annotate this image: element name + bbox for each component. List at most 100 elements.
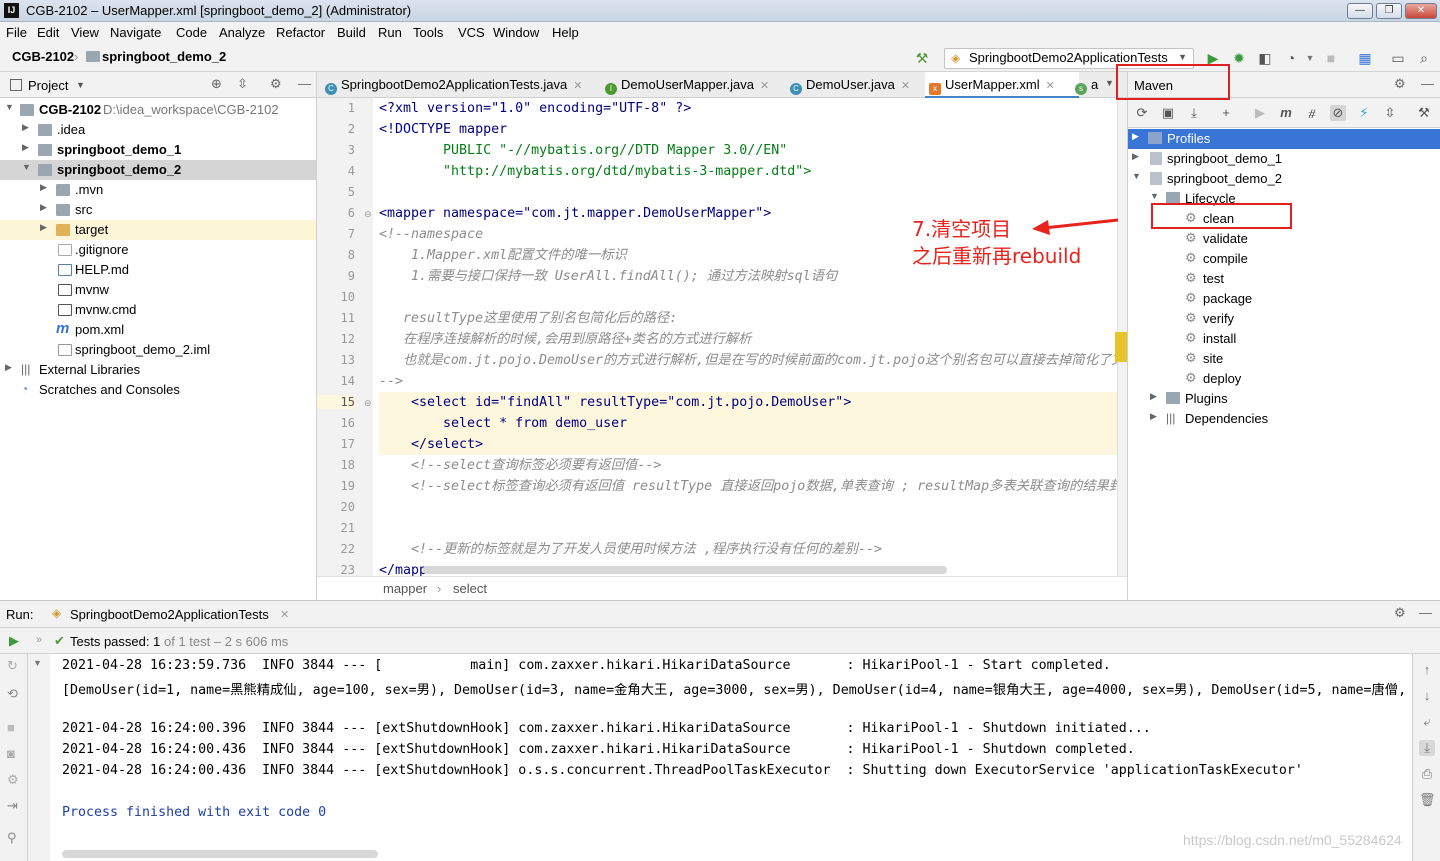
stop-icon[interactable]: ■: [1323, 50, 1339, 66]
close-icon[interactable]: ✕: [1046, 80, 1055, 92]
tree-item-mvnw-cmd[interactable]: mvnw.cmd: [0, 300, 316, 320]
maven-goal-package[interactable]: ⚙ package: [1128, 289, 1440, 309]
tree-item-mvn[interactable]: ▶ .mvn: [0, 180, 316, 200]
wrench-icon[interactable]: ⚒: [1416, 105, 1432, 121]
menu-run[interactable]: Run: [378, 25, 402, 40]
menu-code[interactable]: Code: [176, 25, 207, 40]
tree-item-pom[interactable]: m pom.xml: [0, 320, 316, 340]
menu-file[interactable]: File: [6, 25, 27, 40]
search-icon[interactable]: ⌕: [1416, 50, 1432, 66]
breadcrumb-module[interactable]: springboot_demo_2: [102, 49, 226, 64]
tab-demo-user-mapper[interactable]: I DemoUserMapper.java ✕: [605, 72, 769, 98]
maven-goal-icon[interactable]: m: [1278, 105, 1294, 121]
tree-item-src[interactable]: ▶ src: [0, 200, 316, 220]
breadcrumb-project[interactable]: CGB-2102: [12, 49, 74, 64]
expand-icon[interactable]: »: [36, 634, 42, 646]
settings-icon[interactable]: ⚙: [7, 772, 19, 788]
soft-wrap-icon[interactable]: ⤶: [1419, 714, 1435, 730]
hide-icon[interactable]: —: [298, 76, 311, 91]
gear-icon[interactable]: ⚙: [270, 76, 282, 92]
menu-help[interactable]: Help: [552, 25, 579, 40]
build-hammer-icon[interactable]: ⚒: [914, 50, 930, 66]
tree-item-module-2[interactable]: ▼ springboot_demo_2: [0, 160, 316, 180]
breadcrumb-item[interactable]: mapper: [383, 581, 427, 596]
reload-icon[interactable]: ⟳: [1134, 105, 1150, 121]
hide-icon[interactable]: —: [1419, 605, 1432, 620]
tab-springboot-tests[interactable]: C SpringbootDemo2ApplicationTests.java ✕: [325, 72, 582, 98]
camera-icon[interactable]: ◙: [7, 746, 15, 761]
arrow-up-icon[interactable]: ↑: [1419, 662, 1435, 678]
gear-icon[interactable]: ⚙: [1394, 76, 1406, 92]
chevron-down-icon[interactable]: ▼: [1105, 78, 1114, 88]
close-icon[interactable]: ✕: [573, 80, 582, 92]
maven-goal-verify[interactable]: ⚙ verify: [1128, 309, 1440, 329]
tree-item-target[interactable]: ▶ target: [0, 220, 316, 240]
console-output[interactable]: 2021-04-28 16:23:59.736 INFO 3844 --- [ …: [50, 654, 1412, 861]
collapse-icon[interactable]: ⇳: [237, 76, 248, 92]
chevron-down-icon[interactable]: ▼: [33, 658, 42, 668]
lightning-icon[interactable]: ⚡: [1356, 105, 1372, 121]
scroll-to-end-icon[interactable]: ⤓: [1419, 740, 1435, 756]
tree-item-external-libraries[interactable]: ▶ ||| External Libraries: [0, 360, 316, 380]
run-tab-label[interactable]: SpringbootDemo2ApplicationTests: [70, 607, 269, 622]
minimize-button[interactable]: —: [1347, 3, 1373, 19]
menu-window[interactable]: Window: [493, 25, 539, 40]
tree-item-root[interactable]: ▼ CGB-2102 D:\idea_workspace\CGB-2102: [0, 100, 316, 120]
menu-vcs[interactable]: VCS: [458, 25, 485, 40]
rerun-failed-icon[interactable]: ↻: [7, 658, 18, 674]
rerun-icon[interactable]: ▶: [9, 633, 19, 649]
maven-goal-install[interactable]: ⚙ install: [1128, 329, 1440, 349]
toggle-offline-icon[interactable]: ⧣: [1304, 105, 1320, 121]
tree-item-idea[interactable]: ▶ .idea: [0, 120, 316, 140]
project-structure-icon[interactable]: ▦: [1357, 50, 1373, 66]
locate-icon[interactable]: ⊕: [211, 76, 222, 92]
print-icon[interactable]: ⎙: [1419, 766, 1435, 782]
collapse-all-icon[interactable]: ⇳: [1382, 105, 1398, 121]
arrow-down-icon[interactable]: ↓: [1419, 688, 1435, 704]
maven-goal-deploy[interactable]: ⚙ deploy: [1128, 369, 1440, 389]
run-icon[interactable]: ▶: [1252, 105, 1268, 121]
fold-icon[interactable]: ⊖: [364, 398, 372, 409]
maven-goal-site[interactable]: ⚙ site: [1128, 349, 1440, 369]
generate-sources-icon[interactable]: ▣: [1160, 105, 1176, 121]
horizontal-scrollbar[interactable]: [62, 850, 378, 858]
menu-edit[interactable]: Edit: [37, 25, 59, 40]
tab-user-mapper-xml[interactable]: x UserMapper.xml ✕: [925, 72, 1079, 98]
hide-icon[interactable]: —: [1421, 76, 1434, 91]
tree-item-help[interactable]: HELP.md: [0, 260, 316, 280]
close-icon[interactable]: ✕: [901, 80, 910, 92]
tree-item-mvnw[interactable]: mvnw: [0, 280, 316, 300]
maven-item-profiles[interactable]: ▶ Profiles: [1128, 129, 1440, 149]
skip-tests-icon[interactable]: ⊘: [1330, 105, 1346, 121]
pin-icon[interactable]: ⚲: [7, 830, 17, 846]
maven-item-project-1[interactable]: ▶ springboot_demo_1: [1128, 149, 1440, 169]
close-icon[interactable]: ✕: [760, 80, 769, 92]
chevron-down-icon[interactable]: ▼: [1302, 50, 1318, 66]
fold-icon[interactable]: ⊖: [364, 209, 372, 220]
project-title[interactable]: Project: [28, 78, 68, 93]
trash-icon[interactable]: 🗑: [1419, 792, 1436, 808]
restore-button[interactable]: ❐: [1376, 3, 1402, 19]
tree-item-module-1[interactable]: ▶ springboot_demo_1: [0, 140, 316, 160]
menu-refactor[interactable]: Refactor: [276, 25, 325, 40]
maven-goal-compile[interactable]: ⚙ compile: [1128, 249, 1440, 269]
menu-build[interactable]: Build: [337, 25, 366, 40]
download-icon[interactable]: ⤓: [1186, 105, 1202, 121]
maven-goal-validate[interactable]: ⚙ validate: [1128, 229, 1440, 249]
menu-view[interactable]: View: [71, 25, 99, 40]
menu-tools[interactable]: Tools: [413, 25, 443, 40]
horizontal-scrollbar[interactable]: [423, 566, 947, 574]
maven-item-plugins[interactable]: ▶ Plugins: [1128, 389, 1440, 409]
tab-overflow[interactable]: sa: [1075, 72, 1098, 98]
stop-icon[interactable]: ■: [7, 720, 15, 735]
tree-item-iml[interactable]: springboot_demo_2.iml: [0, 340, 316, 360]
exit-icon[interactable]: ⇥: [7, 798, 18, 814]
coverage-icon[interactable]: ◧: [1257, 50, 1273, 66]
presentation-icon[interactable]: ▭: [1390, 50, 1406, 66]
gear-icon[interactable]: ⚙: [1394, 605, 1406, 621]
chevron-down-icon[interactable]: ▼: [76, 80, 85, 90]
menu-analyze[interactable]: Analyze: [219, 25, 265, 40]
tree-item-gitignore[interactable]: .gitignore: [0, 240, 316, 260]
tab-demo-user[interactable]: C DemoUser.java ✕: [790, 72, 910, 98]
maven-item-project-2[interactable]: ▼ springboot_demo_2: [1128, 169, 1440, 189]
